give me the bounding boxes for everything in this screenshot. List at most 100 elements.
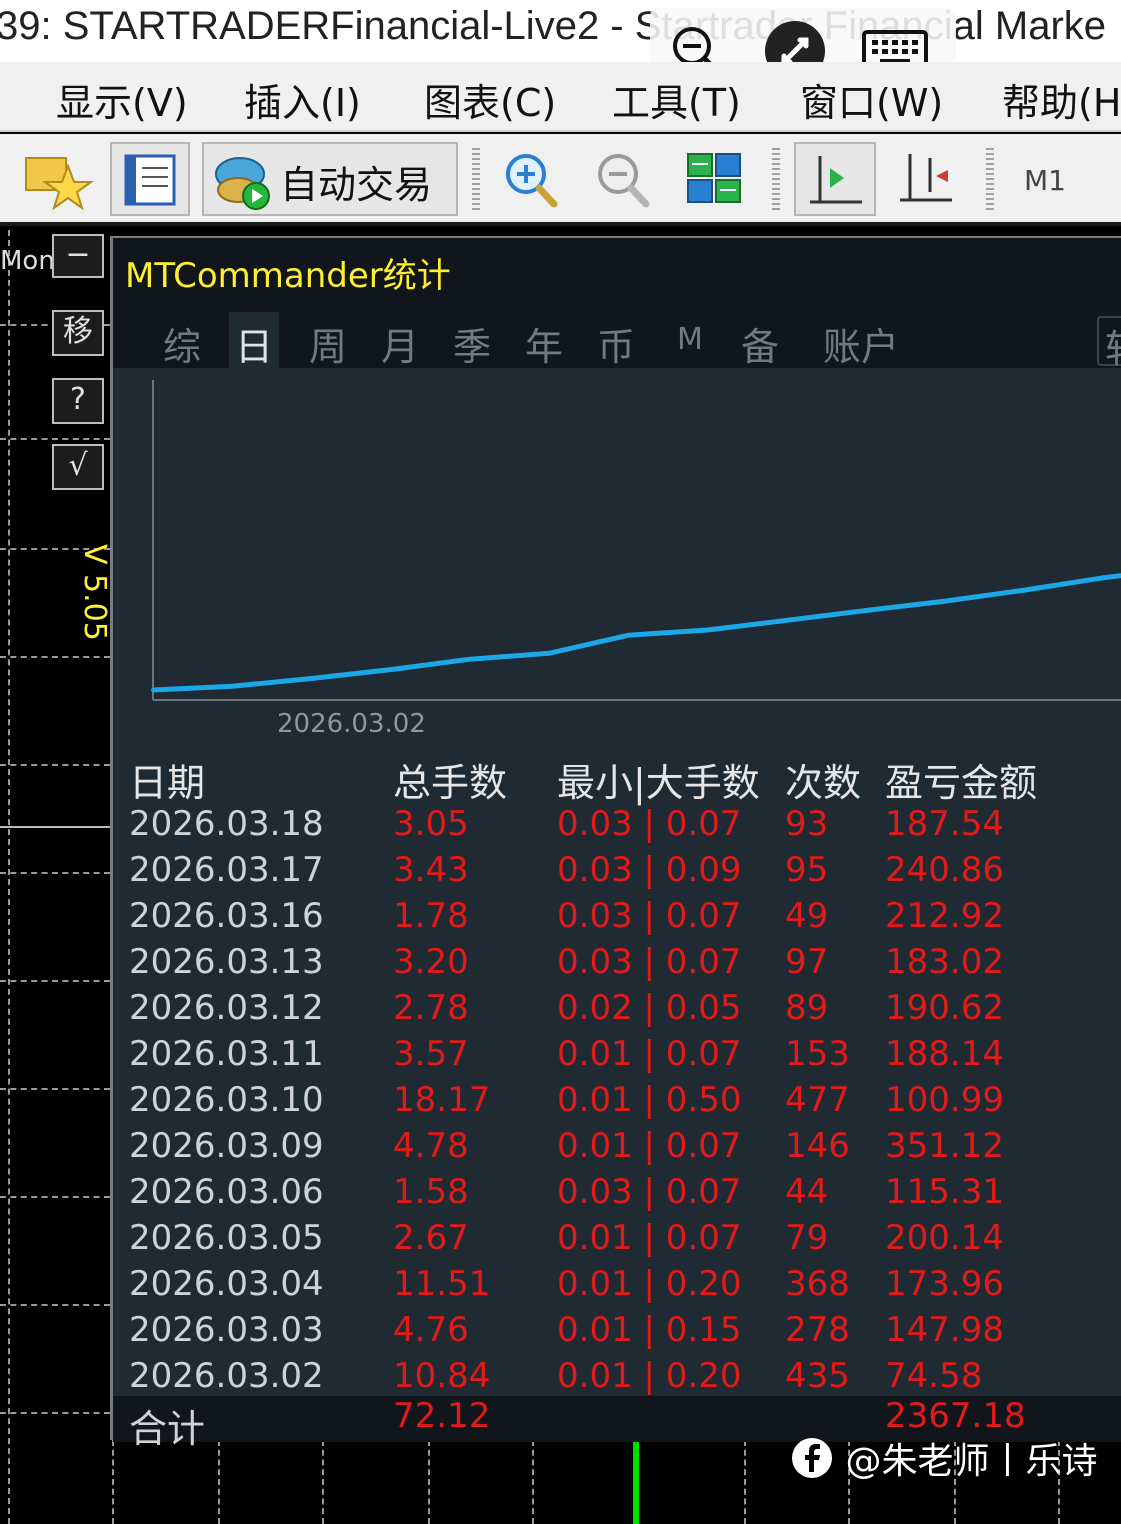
cell-date: 2026.03.12	[129, 988, 324, 1028]
stats-panel: MTCommander统计 综 日 周 月 季 年 币 M 备 账户 轨 202…	[110, 236, 1121, 1451]
tab-summary[interactable]: 综	[157, 312, 207, 369]
tab-daily[interactable]: 日	[229, 312, 280, 369]
remote-connect-icon[interactable]	[764, 20, 826, 62]
cell-lots: 3.43	[393, 850, 469, 890]
chart-shift-icon[interactable]	[890, 142, 964, 216]
cell-minmax: 0.03 | 0.09	[557, 850, 742, 890]
cell-count: 44	[785, 1172, 829, 1212]
cell-pnl: 351.12	[885, 1126, 1004, 1166]
cell-pnl: 212.92	[885, 896, 1004, 936]
total-lots: 72.12	[393, 1396, 491, 1436]
cell-minmax: 0.01 | 0.50	[557, 1080, 742, 1120]
table-row: 2026.03.17 3.43 0.03 | 0.09 95 240.86	[113, 850, 1121, 896]
tab-monthly[interactable]: 月	[375, 312, 425, 369]
cell-lots: 1.58	[393, 1172, 469, 1212]
cell-date: 2026.03.18	[129, 804, 324, 844]
tab-quarterly[interactable]: 季	[447, 312, 497, 369]
cell-minmax: 0.03 | 0.07	[557, 896, 742, 936]
table-row: 2026.03.03 4.76 0.01 | 0.15 278 147.98	[113, 1310, 1121, 1356]
table-row: 2026.03.11 3.57 0.01 | 0.07 153 188.14	[113, 1034, 1121, 1080]
menu-charts[interactable]: 图表(C)	[424, 72, 556, 127]
zoom-out-icon[interactable]	[666, 20, 728, 62]
equity-data-point	[705, 628, 710, 632]
equity-data-point	[1101, 575, 1106, 580]
cell-count: 278	[785, 1310, 850, 1350]
zoom-out-toolbar-icon[interactable]	[588, 142, 658, 216]
check-button[interactable]: √	[52, 444, 104, 490]
cell-lots: 11.51	[393, 1264, 491, 1304]
cell-minmax: 0.01 | 0.07	[557, 1126, 742, 1166]
cell-date: 2026.03.05	[129, 1218, 324, 1258]
cell-minmax: 0.03 | 0.07	[557, 942, 742, 982]
tab-currency[interactable]: 币	[591, 312, 641, 369]
cell-lots: 1.78	[393, 896, 469, 936]
menu-window[interactable]: 窗口(W)	[800, 72, 943, 127]
navigator-icon[interactable]	[110, 142, 190, 216]
column-header-minmax: 最小|大手数	[557, 761, 760, 805]
cell-minmax: 0.02 | 0.05	[557, 988, 742, 1028]
tab-magic[interactable]: M	[671, 318, 709, 374]
zoom-in-icon[interactable]	[496, 142, 566, 216]
table-row: 2026.03.13 3.20 0.03 | 0.07 97 183.02	[113, 942, 1121, 988]
cell-date: 2026.03.09	[129, 1126, 324, 1166]
cell-pnl: 187.54	[885, 804, 1004, 844]
menu-view[interactable]: 显示(V)	[56, 72, 188, 127]
cell-date: 2026.03.03	[129, 1310, 324, 1350]
equity-data-point	[467, 657, 472, 662]
cell-count: 95	[785, 850, 829, 890]
timeframe-m1-button[interactable]: M1	[1024, 164, 1066, 197]
cell-count: 79	[785, 1218, 829, 1258]
help-button[interactable]: ?	[52, 378, 104, 424]
watermark: @朱老师丨乐诗	[790, 1432, 1097, 1492]
table-row: 2026.03.12 2.78 0.02 | 0.05 89 190.62	[113, 988, 1121, 1034]
cell-minmax: 0.01 | 0.15	[557, 1310, 742, 1350]
equity-chart: 2026.03.02	[151, 380, 1121, 739]
remote-desktop-toolbar	[650, 8, 956, 62]
tab-account[interactable]: 账户	[817, 312, 905, 369]
window-titlebar: 39: STARTRADERFinancial-Live2 - Startrad…	[0, 0, 1121, 62]
cell-lots: 4.76	[393, 1310, 469, 1350]
watermark-logo-icon	[792, 1438, 832, 1478]
cell-pnl: 188.14	[885, 1034, 1004, 1074]
menu-insert[interactable]: 插入(I)	[244, 72, 361, 127]
column-header-pnl: 盈亏金额	[885, 761, 1038, 805]
tab-more[interactable]: 轨	[1097, 316, 1121, 371]
cell-minmax: 0.01 | 0.07	[557, 1218, 742, 1258]
table-row: 2026.03.10 18.17 0.01 | 0.50 477 100.99	[113, 1080, 1121, 1126]
cell-date: 2026.03.13	[129, 942, 324, 982]
chart-autoscroll-icon[interactable]	[794, 142, 876, 216]
autotrade-button[interactable]: 自动交易	[202, 142, 458, 216]
table-row: 2026.03.04 11.51 0.01 | 0.20 368 173.96	[113, 1264, 1121, 1310]
equity-data-point	[784, 618, 789, 623]
cell-count: 477	[785, 1080, 850, 1120]
table-row: 2026.03.06 1.58 0.03 | 0.07 44 115.31	[113, 1172, 1121, 1218]
chart-window[interactable]: Mont − 移 ? √ V 5.05 MTCommander统计 综 日 周 …	[0, 230, 1121, 1524]
cell-minmax: 0.03 | 0.07	[557, 804, 742, 844]
equity-data-point	[388, 667, 393, 672]
cell-pnl: 240.86	[885, 850, 1004, 890]
tab-backup[interactable]: 备	[735, 312, 785, 369]
tab-yearly[interactable]: 年	[519, 312, 569, 369]
cell-minmax: 0.01 | 0.20	[557, 1264, 742, 1304]
keyboard-icon[interactable]	[860, 20, 928, 62]
tile-windows-icon[interactable]	[680, 142, 750, 216]
cell-date: 2026.03.17	[129, 850, 324, 890]
equity-data-point	[309, 676, 314, 681]
favorites-star-icon[interactable]	[16, 142, 96, 216]
main-toolbar: 自动交易 M1	[0, 134, 1121, 226]
menu-bar: 显示(V) 插入(I) 图表(C) 工具(T) 窗口(W) 帮助(H	[0, 62, 1121, 132]
minimize-panel-button[interactable]: −	[52, 234, 104, 278]
menu-tools[interactable]: 工具(T)	[612, 72, 741, 127]
cell-pnl: 115.31	[885, 1172, 1004, 1212]
table-row: 2026.03.18 3.05 0.03 | 0.07 93 187.54	[113, 804, 1121, 850]
menu-help[interactable]: 帮助(H	[1002, 72, 1121, 127]
tab-weekly[interactable]: 周	[303, 312, 353, 369]
cell-minmax: 0.03 | 0.07	[557, 1172, 742, 1212]
cell-date: 2026.03.06	[129, 1172, 324, 1212]
cell-count: 89	[785, 988, 829, 1028]
equity-series-line	[152, 573, 1121, 693]
column-header-date: 日期	[129, 761, 206, 805]
equity-data-point	[151, 688, 155, 692]
move-panel-button[interactable]: 移	[52, 310, 104, 356]
column-header-count: 次数	[785, 761, 862, 805]
